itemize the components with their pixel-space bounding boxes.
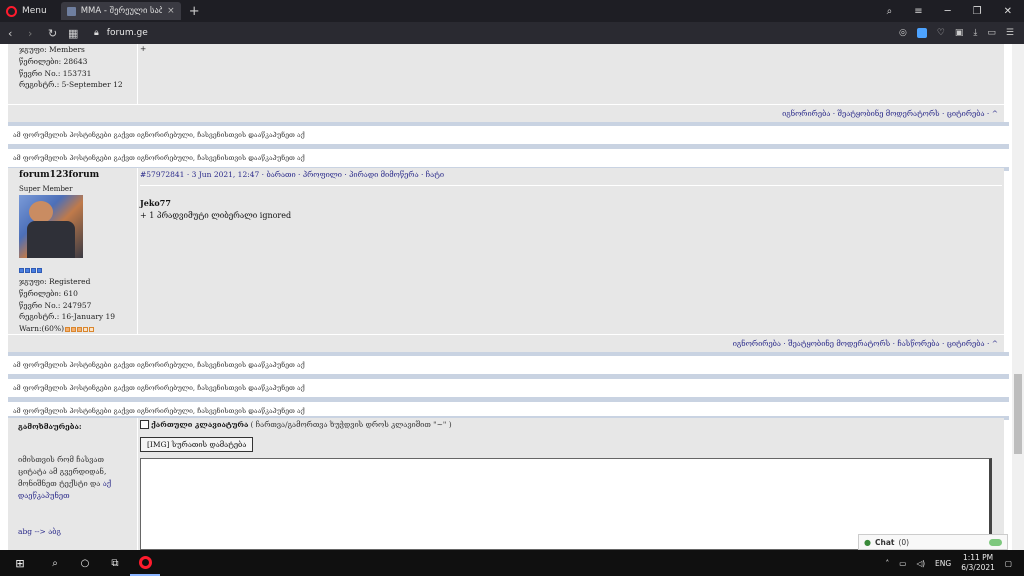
warn-label: Warn:(60%) [19,324,64,334]
chat-users-icon: ● [864,537,871,547]
browser-tab-bar: Menu MMA - შერეული საბრძო × + ⌕ ≡ ─ ❐ ✕ [0,0,1024,22]
speed-dial-icon[interactable]: ▦ [68,27,88,40]
post-2-rank: Super Member [19,185,73,193]
opera-taskbar-icon[interactable] [130,550,160,576]
post-1-registered: რეგისტრ.: 5-September 12 [19,80,123,90]
taskbar: ⊞ ⌕ ○ ⧉ ˄ ▭ ◁) ENG 1:11 PM 6/3/2021 ▢ [0,550,1024,576]
post-2 [8,168,1004,334]
reply-label: გამოხმაურება: [18,422,82,431]
url-text: forum.ge [106,28,148,38]
tray-chevron-icon[interactable]: ˄ [886,559,890,568]
camera-icon[interactable]: ◎ [899,28,907,38]
minimize-icon[interactable]: ─ [945,6,951,17]
post-1-member-no: წევრი No.: 153731 [19,68,92,78]
clock-time: 1:11 PM [962,553,994,562]
menu-lines-icon[interactable]: ≡ [914,6,922,17]
lock-icon: 🔒︎ [94,28,99,38]
reply-hint-text: იმისთვის რომ ჩასვათ ციტატა ამ გვერდიდან,… [18,455,107,488]
reload-icon[interactable]: ↻ [48,27,68,40]
rank-pip-icon [25,268,30,273]
rank-pip-icon [19,268,24,273]
quote-author: Jeko77 [140,198,171,208]
clock-date: 6/3/2021 [961,563,995,572]
post-2-header[interactable]: #57972841 · 3 Jun 2021, 12:47 · ბარათი ·… [140,170,444,179]
tab-close-button[interactable]: × [167,6,175,16]
page-scrollbar[interactable] [1012,44,1024,550]
post-2-body: + 1 პრადვიმუტი ლიბერალი ignored [140,211,292,220]
warn-box-icon [77,326,82,332]
wallet-icon[interactable]: ▣ [955,28,964,38]
network-icon[interactable]: ▭ [899,559,906,568]
rank-pip-icon [31,268,36,273]
keyboard-row: ქართული კლავიატურა ( ჩართვა/გამორთვა ხუჭ… [140,420,452,429]
language-indicator[interactable]: ENG [935,559,951,568]
chat-count: (0) [898,537,910,547]
post-2-registered: რეგისტრ.: 16-January 19 [19,312,116,322]
post-2-member-no: წევრი No.: 247957 [19,300,92,310]
new-tab-button[interactable]: + [189,4,200,19]
rank-pip-icon [37,268,42,273]
restore-icon[interactable]: ❐ [973,6,982,17]
scroll-thumb[interactable] [1014,374,1022,454]
keyboard-label[interactable]: ქართული კლავიატურა [151,420,248,429]
window-controls: ⌕ ≡ ─ ❐ ✕ [887,6,1024,17]
forum-page: ჯგუფი: Members წერილები: 28643 წევრი No.… [0,44,1012,550]
warn-box-icon [89,326,94,332]
avatar-body [27,221,75,258]
download-icon[interactable]: ⤓ [973,28,977,38]
warn-box-icon [71,326,76,332]
chat-toggle[interactable] [989,538,1002,546]
opera-menu-button[interactable]: Menu [0,0,55,22]
avatar[interactable] [19,195,83,258]
tab-favicon-icon [66,6,76,16]
windows-start-icon[interactable]: ⊞ [0,557,40,570]
menu-label: Menu [22,6,47,16]
battery-icon[interactable]: ▭ [987,28,996,38]
rank-pips [19,268,42,273]
browser-tab[interactable]: MMA - შერეული საბრძო × [60,2,181,20]
post-2-username[interactable]: forum123forum [19,170,99,180]
clock[interactable]: 1:11 PM 6/3/2021 [961,553,995,573]
post-1-posts: წერილები: 28643 [19,56,88,66]
settings-icon[interactable]: ☰ [1006,28,1014,38]
post-2-divider [140,185,1002,186]
opera-logo-icon [6,5,17,17]
post-2-group: ჯგუფი: Registered [19,277,91,286]
heart-icon[interactable]: ♡ [937,28,945,38]
chat-label: Chat [874,537,895,547]
abg-link[interactable]: abg --> აბგ [18,527,61,536]
address-bar: ‹ › ↻ ▦ 🔒︎ forum.ge ◎ ♡ ▣ ⤓ ▭ ☰ [0,22,1024,44]
forward-icon[interactable]: › [28,27,48,40]
back-icon[interactable]: ‹ [8,27,28,40]
post-1-meta: ჯგუფი: Members წერილები: 28643 წევრი No.… [19,44,123,91]
reply-hint: იმისთვის რომ ჩასვათ ციტატა ამ გვერდიდან,… [18,454,128,502]
notification-icon[interactable]: ▢ [1005,559,1012,568]
keyboard-checkbox[interactable] [140,420,149,429]
tab-title: MMA - შერეული საბრძო [80,6,163,16]
keyboard-note: ( ჩართვა/გამორთვა ხუჭდვის დროს კლავიშით … [250,420,452,429]
chat-bar[interactable]: ● Chat (0) [858,534,1008,550]
task-view-icon[interactable]: ⧉ [100,558,130,569]
cortana-icon[interactable]: ○ [70,558,100,569]
system-tray: ˄ ▭ ◁) ENG 1:11 PM 6/3/2021 ▢ [886,553,1024,573]
post-1 [8,44,1004,104]
post-1-controls[interactable]: იგნორირება · შეატყობინე მოდერატორს · ციტ… [8,104,1004,122]
warn-box-icon [83,326,88,332]
ignored-notice[interactable]: ამ ფორუმელის პოსტინგები გაქვთ იგნორირებუ… [8,398,1009,420]
post-1-body: + [140,44,147,53]
post-1-group: ჯგუფი: Members [19,45,85,54]
url-field[interactable]: 🔒︎ forum.ge [94,28,148,38]
post-2-meta: ჯგუფი: Registered წერილები: 610 წევრი No… [19,276,115,335]
post-2-controls[interactable]: იგნორირება · შეატყობინე მოდერატორს · ჩას… [8,334,1004,352]
vpn-shield-icon[interactable] [916,28,927,38]
search-icon[interactable]: ⌕ [887,6,893,17]
avatar-face [29,201,53,223]
close-icon[interactable]: ✕ [1004,6,1012,17]
warn-box-icon [65,326,70,332]
post-2-posts: წერილები: 610 [19,288,78,298]
toolbar-icons: ◎ ♡ ▣ ⤓ ▭ ☰ [899,28,1024,38]
volume-icon[interactable]: ◁) [916,559,925,568]
search-icon[interactable]: ⌕ [40,558,70,569]
add-image-button[interactable]: [IMG] სურათის დამატება [140,437,254,452]
